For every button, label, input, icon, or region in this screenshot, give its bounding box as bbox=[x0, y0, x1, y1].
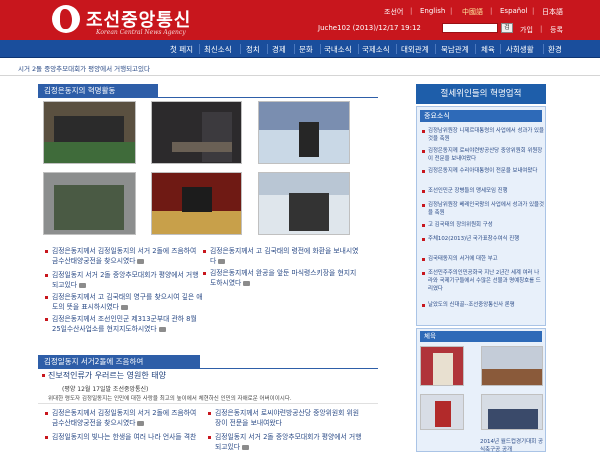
search-input[interactable] bbox=[442, 23, 498, 33]
search-button[interactable]: 검 bbox=[501, 23, 513, 33]
photo-sports-athlete[interactable] bbox=[420, 346, 464, 386]
memorial-article-4[interactable]: 김정일동지 서거 2돌 중앙추모대회가 평양에서 거행되고있다 bbox=[215, 432, 365, 452]
news-item-9[interactable]: 조선민주주의인민공화국 지난 2년간 세계 여러 나라와 국제기구들에서 수많은… bbox=[428, 269, 544, 293]
header-datetime: Juche102 (2013)/12/17 19:12 bbox=[318, 24, 421, 32]
news-item-8[interactable]: 김국태동지의 서거에 대한 부고 bbox=[428, 255, 544, 263]
main-nav: 첫 페지 최신소식 정치 경제 문화 국내소식 국제소식 대외관계 북남관계 체… bbox=[0, 40, 600, 58]
kcna-logo-emblem-icon[interactable] bbox=[52, 5, 80, 33]
news-item-4[interactable]: 조선인민군 장병들의 맹세모임 진행 bbox=[428, 187, 544, 195]
news-ticker: 시거 2돌 중앙추모대회가 평양에서 거행되고있다 bbox=[0, 59, 600, 76]
news-item-3[interactable]: 김정은동지께 수리아대통령이 전문을 보내여왔다 bbox=[428, 167, 544, 175]
revolutionary-achievements-banner[interactable]: 절세위인들의 혁명업적 bbox=[416, 84, 546, 104]
nav-item-domestic[interactable]: 국내소식 bbox=[324, 44, 352, 55]
camera-icon bbox=[242, 444, 250, 450]
activities-article-4[interactable]: 김정은동지께서 조선인민군 제313군부대 관하 8월25일수산사업소를 현지지… bbox=[52, 314, 204, 334]
lang-spanish[interactable]: Español bbox=[500, 7, 527, 15]
memorial-article-1[interactable]: 김정은동지께서 김정일동지의 서거 2돌에 즈음하여 금수산태양궁전을 찾으시였… bbox=[52, 408, 202, 428]
camera-icon bbox=[137, 258, 145, 264]
nav-item-sports[interactable]: 체육 bbox=[481, 44, 495, 55]
news-item-6[interactable]: 고 김국태의 장의위원회 구성 bbox=[428, 221, 544, 229]
activities-section-title[interactable]: 김정은동지의 혁명활동 bbox=[38, 84, 158, 97]
nav-item-international[interactable]: 국제소식 bbox=[362, 44, 390, 55]
photo-leader-military-group[interactable] bbox=[43, 172, 136, 235]
memorial-headline[interactable]: 진보적인류가 우러르는 영원한 태양 bbox=[48, 370, 166, 381]
activities-article-6[interactable]: 김정은동지께서 완공을 앞둔 마식령스키장을 현지지도하시였다 bbox=[210, 268, 360, 288]
camera-icon bbox=[120, 304, 128, 310]
activities-article-5[interactable]: 김정은동지께서 고 김국태의 령전에 화환을 보내시였다 bbox=[210, 246, 360, 266]
photo-leader-with-officials-1[interactable] bbox=[43, 101, 136, 164]
nav-item-environment[interactable]: 환경 bbox=[548, 44, 562, 55]
memorial-headline-body: 위대한 령도자 김정일동지는 인민에 대한 사랑을 최고의 높이에서 체현하신 … bbox=[48, 396, 292, 402]
login-link[interactable]: 등록 bbox=[550, 25, 563, 35]
photo-leader-ski-slope[interactable] bbox=[258, 172, 350, 235]
camera-icon bbox=[158, 326, 166, 332]
memorial-article-3[interactable]: 김정은동지께서 로씨야련방공산당 중앙위원회 위원장이 전문을 보내여왔다 bbox=[215, 408, 365, 428]
memorial-headline-source: (평양 12월 17일발 조선중앙통신) bbox=[62, 386, 149, 393]
activities-article-2[interactable]: 김정일동지 서거 2돌 중앙추모대회가 평양에서 거행되고있다 bbox=[52, 270, 204, 290]
nav-item-politics[interactable]: 정치 bbox=[246, 44, 260, 55]
site-logo-subtitle: Korean Central News Agency bbox=[96, 29, 186, 36]
photo-sports-arena[interactable] bbox=[481, 346, 543, 386]
lang-english[interactable]: English bbox=[420, 7, 445, 15]
sports-caption[interactable]: 2014년 월드컵경기대회 공식축구공 공개 bbox=[480, 438, 546, 452]
camera-icon bbox=[79, 282, 87, 288]
news-item-1[interactable]: 김정남위원장 니제르대통령의 사업에서 성과가 있을것을 축원 bbox=[428, 127, 544, 143]
nav-item-home[interactable]: 첫 페지 bbox=[170, 44, 193, 55]
memorial-article-2[interactable]: 김정일동지의 빛나는 한생을 여러 나라 언사들 격찬 bbox=[52, 432, 202, 442]
camera-icon bbox=[137, 420, 145, 426]
nav-item-latest[interactable]: 최신소식 bbox=[204, 44, 232, 55]
memorial-section-title[interactable]: 김정일동지 서거2돌에 즈음하여 bbox=[38, 355, 200, 368]
join-link[interactable]: 가입 bbox=[520, 25, 533, 35]
camera-icon bbox=[218, 258, 226, 264]
camera-icon bbox=[243, 280, 251, 286]
site-header: 조선중앙통신 Korean Central News Agency 조선어 | … bbox=[0, 0, 600, 40]
kcna-homepage: 조선중앙통신 Korean Central News Agency 조선어 | … bbox=[0, 0, 600, 452]
photo-leader-conference-stage[interactable] bbox=[151, 172, 242, 235]
news-item-5[interactable]: 김정남위원장 베레인국왕의 사업에서 성과가 있을것을 축원 bbox=[428, 201, 544, 217]
activities-article-1[interactable]: 김정은동지께서 김정일동지의 서거 2돌에 즈음하여 금수산태양궁전을 찾으시였… bbox=[52, 246, 204, 266]
nav-item-society[interactable]: 사회생활 bbox=[506, 44, 534, 55]
lang-japanese[interactable]: 日本語 bbox=[542, 7, 563, 17]
lang-korean[interactable]: 조선어 bbox=[384, 7, 403, 17]
news-item-10[interactable]: 날았도의 신대골--조선중앙통신사 론평 bbox=[428, 301, 544, 309]
photo-leader-snow-site[interactable] bbox=[258, 101, 350, 164]
lang-chinese[interactable]: 中國語 bbox=[462, 7, 483, 17]
photo-sports-team[interactable] bbox=[481, 394, 543, 430]
ticker-headline[interactable]: 시거 2돌 중앙추모대회가 평양에서 거행되고있다 bbox=[18, 63, 150, 73]
photo-sports-hockey[interactable] bbox=[420, 394, 464, 430]
news-item-2[interactable]: 김정은동지께 로씨야련방공산당 중앙위원회 위원장이 전문을 보내여왔다 bbox=[428, 147, 544, 163]
important-news-title: 중요소식 bbox=[420, 110, 542, 122]
nav-item-economy[interactable]: 경제 bbox=[272, 44, 286, 55]
nav-item-culture[interactable]: 문화 bbox=[299, 44, 313, 55]
sports-title: 체육 bbox=[420, 331, 542, 342]
news-item-7[interactable]: 주체102(2013)년 국가표창수여식 진행 bbox=[428, 235, 544, 243]
nav-item-north-south[interactable]: 북남관계 bbox=[441, 44, 469, 55]
photo-leader-night-construction[interactable] bbox=[151, 101, 242, 164]
nav-item-foreign-relations[interactable]: 대외관계 bbox=[401, 44, 429, 55]
activities-article-3[interactable]: 김정은동지께서 고 김국태의 영구를 찾으시여 깊은 애도의 뜻을 표시하시였다 bbox=[52, 292, 204, 312]
